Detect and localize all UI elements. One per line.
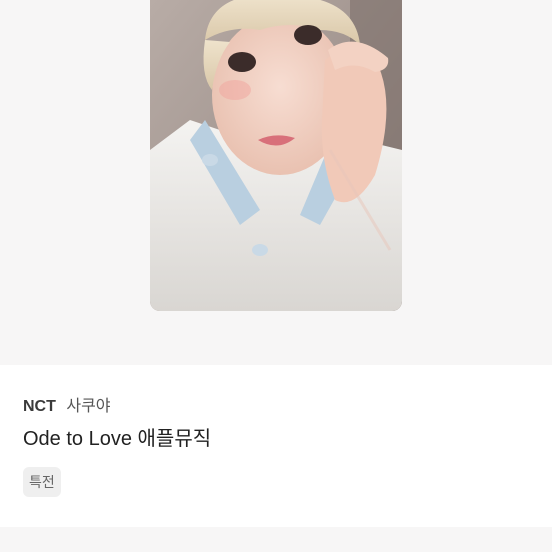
artist-line: NCT 사쿠야 <box>23 397 111 417</box>
photocard-illustration <box>150 0 402 311</box>
photocard-image[interactable] <box>150 0 402 311</box>
tag-badge[interactable]: 특전 <box>23 467 61 497</box>
product-title: Ode to Love 애플뮤직 <box>23 428 212 450</box>
group-name[interactable]: NCT <box>23 398 56 415</box>
product-screen: NCT 사쿠야 Ode to Love 애플뮤직 특전 <box>0 0 552 552</box>
section-divider <box>0 527 552 552</box>
product-info: NCT 사쿠야 Ode to Love 애플뮤직 특전 <box>0 365 552 527</box>
member-name[interactable]: 사쿠야 <box>66 398 110 415</box>
product-image-area <box>0 0 552 365</box>
